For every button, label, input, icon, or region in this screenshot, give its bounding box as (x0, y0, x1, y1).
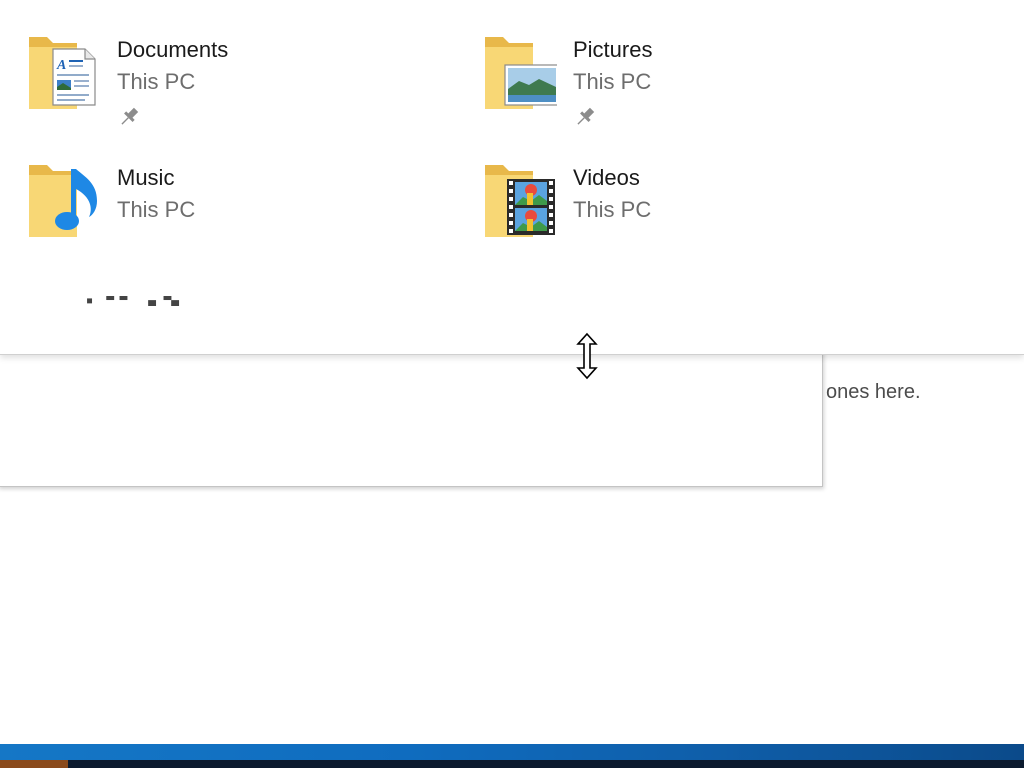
desktop-screen: ones here. A Documents This PC Pictures … (0, 0, 1024, 768)
item-location: This PC (573, 197, 652, 222)
item-location: This PC (117, 197, 196, 222)
quick-access-panel[interactable]: A Documents This PC Pictures This PC Mus… (0, 0, 1024, 355)
quick-access-item-pictures[interactable]: Pictures This PC (483, 29, 883, 139)
item-location: This PC (117, 69, 196, 94)
quick-access-item-music[interactable]: Music This PC (27, 157, 427, 267)
videos-folder-icon (485, 165, 555, 237)
svg-text:A: A (56, 58, 66, 73)
pin-icon[interactable] (117, 105, 141, 129)
pin-icon[interactable] (573, 105, 597, 129)
quick-access-item-videos[interactable]: Videos This PC (483, 157, 883, 267)
clipped-section-header: ▪ ▝ ▘ ▗▝▖ (86, 296, 206, 306)
item-name: Music (117, 165, 175, 190)
vertical-resize-cursor (576, 332, 598, 380)
quick-access-item-documents[interactable]: A Documents This PC (27, 29, 427, 139)
clipped-section-header-glyphs: ▪ ▝ ▘ ▗▝▖ (86, 296, 206, 306)
background-hint-text: ones here. (826, 381, 921, 403)
item-name: Videos (573, 165, 640, 190)
documents-folder-icon: A (29, 37, 96, 109)
item-name: Documents (117, 37, 229, 62)
item-location: This PC (573, 69, 652, 94)
start-area-accent[interactable] (0, 760, 68, 768)
item-name: Pictures (573, 37, 653, 62)
pictures-folder-icon (485, 37, 557, 109)
music-folder-icon (29, 165, 97, 237)
taskbar-bottom-edge (0, 760, 1024, 768)
